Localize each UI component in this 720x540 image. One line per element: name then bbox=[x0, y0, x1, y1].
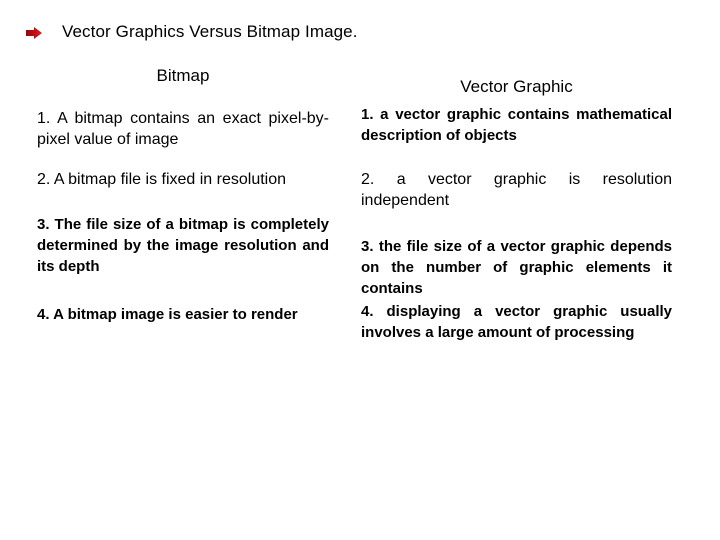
vector-heading: Vector Graphic bbox=[460, 77, 573, 96]
vector-item-1-text: 1. a vector graphic contains mathematica… bbox=[361, 106, 672, 144]
slide-title: Vector Graphics Versus Bitmap Image. bbox=[62, 22, 358, 41]
vector-item-3: 3. the file size of a vector graphic dep… bbox=[361, 238, 672, 297]
vector-item-4: 4. displaying a vector graphic usually i… bbox=[361, 303, 672, 341]
bitmap-heading: Bitmap bbox=[156, 66, 210, 85]
bitmap-item-2: 2. A bitmap file is fixed in resolution bbox=[37, 171, 287, 188]
vector-item-1: 1. a vector graphic contains mathematica… bbox=[361, 104, 672, 146]
bitmap-item-3: 3. The file size of a bitmap is complete… bbox=[37, 216, 329, 275]
vector-column: Vector Graphic 1. a vector graphic conta… bbox=[361, 66, 672, 341]
slide-title-row: Vector Graphics Versus Bitmap Image. bbox=[26, 22, 358, 42]
right-arrow-icon bbox=[26, 26, 42, 39]
bitmap-column: Bitmap 1. A bitmap contains an exact pix… bbox=[37, 66, 329, 323]
bitmap-item-4: 4. A bitmap image is easier to render bbox=[37, 306, 298, 323]
bitmap-item-1: 1. A bitmap contains an exact pixel-by-p… bbox=[37, 110, 329, 148]
vector-item-2: 2. a vector graphic is resolution indepe… bbox=[361, 171, 672, 209]
